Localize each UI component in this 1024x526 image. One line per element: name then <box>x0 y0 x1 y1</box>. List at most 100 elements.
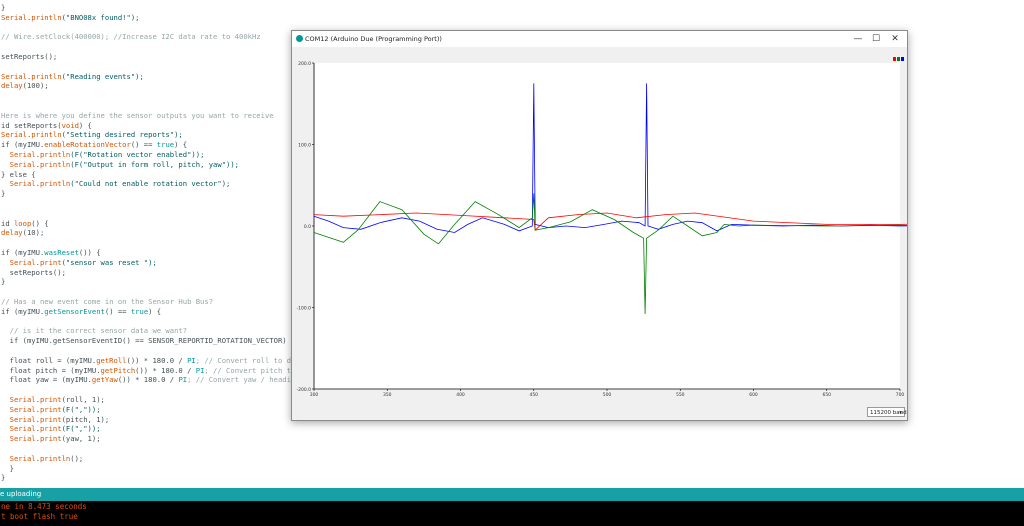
code-line: } else { <box>1 170 36 179</box>
code-token: Serial <box>9 404 36 414</box>
code-token: ; // Convert yaw / headin <box>187 375 296 385</box>
code-token: (); <box>70 453 84 463</box>
code-token: (F("Rotation vector enabled")); <box>70 150 205 159</box>
y-tick-label: 100.0 <box>298 143 311 149</box>
code-token: print <box>39 404 62 414</box>
code-token: Serial <box>9 257 36 267</box>
code-token: ("sensor was reset "); <box>61 257 157 267</box>
code-token: true <box>130 306 149 316</box>
code-token: (F(",")); <box>61 424 101 434</box>
x-tick-label: 450 <box>529 392 538 398</box>
baud-rate-select[interactable]: 115200 baud ▾ <box>867 407 907 417</box>
code-token: Serial <box>9 434 36 444</box>
code-token: void <box>61 120 79 130</box>
code-token: ()) * 180.0 / <box>117 375 179 385</box>
x-tick-label: 650 <box>822 392 831 398</box>
y-tick-label: 0.0 <box>304 224 311 230</box>
code-token: wasReset <box>44 248 79 257</box>
x-tick-label: 400 <box>456 392 465 398</box>
code-token: ()) { <box>78 248 101 257</box>
code-token: if (myIMU. <box>1 140 45 150</box>
code-token: setReports(); <box>1 267 66 277</box>
code-token: Here is where you define the sensor outp… <box>1 110 274 120</box>
code-line: // Has a new event come in on the Sensor… <box>1 297 213 306</box>
code-token: Serial <box>1 12 27 22</box>
code-token: ("Setting desired reports"); <box>61 130 183 140</box>
code-token: id <box>1 218 14 228</box>
code-token: } <box>1 277 6 287</box>
code-line: // is it the correct sensor data we want… <box>1 326 187 335</box>
code-token: Serial <box>1 130 27 140</box>
code-line: } <box>1 277 5 286</box>
x-tick-label: 300 <box>310 392 319 398</box>
code-token: println <box>39 159 71 169</box>
code-line: Serial.println(); <box>1 453 84 463</box>
code-line: Serial.println(F("Rotation vector enable… <box>1 150 205 159</box>
code-token: delay <box>1 228 23 238</box>
code-line: } <box>1 464 14 473</box>
code-token: ) { <box>148 306 162 316</box>
code-token: println <box>39 150 71 159</box>
code-line: delay(100); <box>1 81 49 90</box>
code-token: // is it the correct sensor data we want… <box>1 326 188 336</box>
code-token: if (myIMU. <box>1 248 45 257</box>
code-line: Serial.println("Setting desired reports"… <box>1 130 183 139</box>
code-token: // Wire.setClock(400000); //Increase I2C… <box>1 32 261 42</box>
x-tick-label: 600 <box>749 392 758 398</box>
code-token: getRoll <box>96 355 127 365</box>
console-line: ne in 8.473 seconds <box>1 502 87 511</box>
code-line: } <box>1 3 5 12</box>
code-line: Here is where you define the sensor outp… <box>1 111 274 120</box>
code-token: PI <box>178 375 188 385</box>
code-token: print <box>39 424 62 434</box>
code-line: Serial.println("Could not enable rotatio… <box>1 179 231 189</box>
code-line: float yaw = (myIMU.getYaw()) * 180.0 / P… <box>1 375 296 385</box>
plot-chart: 200.0100.00.0-100.0-200.0300 350 400 450 500… <box>296 61 907 398</box>
code-token: (roll, 1); <box>61 395 105 404</box>
code-token: ()) * 180.0 / <box>135 365 196 375</box>
x-tick-label: 550 <box>676 392 685 398</box>
code-line: id loop() { <box>1 219 49 228</box>
code-token: println <box>39 179 71 189</box>
console-output: ne in 8.473 seconds t boot flash true <box>0 501 1024 526</box>
code-token: () == <box>104 306 131 316</box>
code-token: () { <box>31 218 49 228</box>
code-token: (F(",")); <box>61 404 101 414</box>
code-token: if (myIMU. <box>1 306 45 316</box>
code-token: float roll = (myIMU. <box>1 355 97 365</box>
code-token: } <box>1 189 6 199</box>
code-token: delay <box>1 81 23 91</box>
code-token: loop <box>13 218 32 228</box>
code-token: setReports <box>13 120 58 130</box>
code-line: Serial.println("BNO08x found!"); <box>1 13 139 22</box>
x-tick-label: 350 <box>383 392 392 398</box>
code-line: Serial.print(yaw, 1); <box>1 434 101 443</box>
code-line: delay(10); <box>1 228 44 237</box>
code-token: Serial <box>9 414 36 424</box>
code-token: ) { <box>78 120 92 130</box>
code-line: setReports(); <box>1 52 57 61</box>
code-token: println <box>31 71 62 81</box>
code-token: (10); <box>22 228 45 238</box>
code-token: } <box>1 3 6 12</box>
code-token: getYaw <box>91 375 118 385</box>
code-token: (F("Output in form roll, pitch, yaw")); <box>70 159 240 169</box>
console-line: t boot flash true <box>1 512 78 521</box>
code-line: } <box>1 473 5 482</box>
code-line: Serial.print(F(",")); <box>1 405 101 414</box>
code-line: Serial.print(roll, 1); <box>1 395 105 404</box>
code-line: } <box>1 189 5 198</box>
serial-plotter-window[interactable]: COM12 (Arduino Due (Programming Port)) —… <box>291 30 908 421</box>
code-token: Serial <box>9 150 36 159</box>
code-line: Serial.print("sensor was reset "); <box>1 258 157 267</box>
code-token: print <box>39 395 62 404</box>
code-token: getSensorEvent <box>44 306 105 316</box>
chevron-down-icon: ▾ <box>899 410 902 416</box>
code-line: id setReports(void) { <box>1 121 92 130</box>
code-line: if (myIMU.getSensorEvent() == true) { <box>1 307 161 316</box>
code-token: // Has a new event come in on the Sensor… <box>1 297 214 306</box>
code-token: ("Could not enable rotation vector"); <box>70 179 231 189</box>
code-token: print <box>39 257 62 267</box>
